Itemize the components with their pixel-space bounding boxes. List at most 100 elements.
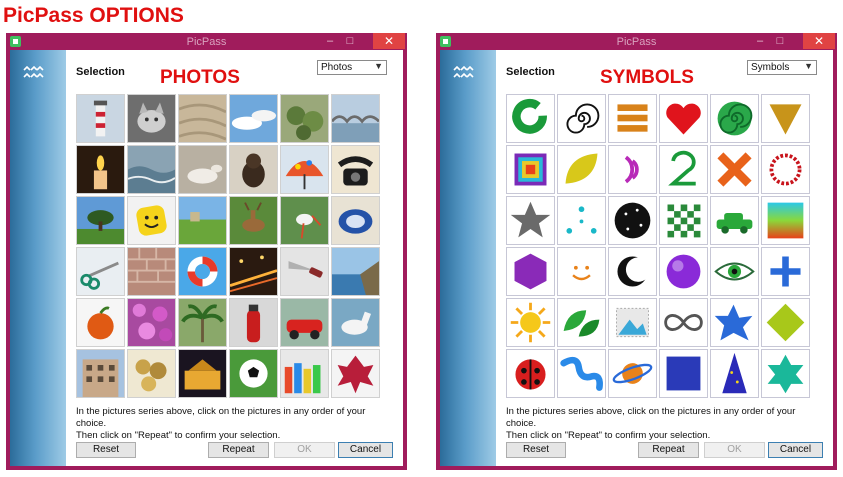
brick-wall-photo[interactable]: [127, 247, 176, 296]
palm-tree-photo[interactable]: [178, 298, 227, 347]
wizard-hat-symbol[interactable]: [710, 349, 759, 398]
ladybug-symbol[interactable]: [506, 349, 555, 398]
chevron-down-icon: ▼: [374, 61, 383, 71]
planet-symbol[interactable]: [608, 349, 657, 398]
infinity-symbol[interactable]: [659, 298, 708, 347]
lighthouse-photo[interactable]: [76, 94, 125, 143]
stork-photo[interactable]: [280, 196, 329, 245]
green-spiral-symbol[interactable]: [710, 94, 759, 143]
deer-photo[interactable]: [229, 196, 278, 245]
leaf-shape-symbol[interactable]: [557, 145, 606, 194]
maximize-button[interactable]: □: [343, 34, 357, 48]
coins-photo[interactable]: [127, 349, 176, 398]
meadow-photo[interactable]: [178, 196, 227, 245]
candle-photo[interactable]: [76, 145, 125, 194]
sky-clouds-photo[interactable]: [229, 94, 278, 143]
smile-symbol[interactable]: [557, 247, 606, 296]
maximize-button[interactable]: □: [773, 34, 787, 48]
green-ring-symbol[interactable]: [506, 94, 555, 143]
city-lights-photo[interactable]: [229, 247, 278, 296]
red-leaves-photo[interactable]: [331, 349, 380, 398]
triangle-symbol[interactable]: [761, 94, 810, 143]
repeat-button[interactable]: Repeat: [638, 442, 699, 458]
cat-photo[interactable]: [127, 94, 176, 143]
gradient-square-symbol[interactable]: [761, 196, 810, 245]
telephone-photo[interactable]: [331, 145, 380, 194]
star-symbol[interactable]: [506, 196, 555, 245]
car-symbol[interactable]: [710, 196, 759, 245]
night-sky-symbol[interactable]: [608, 196, 657, 245]
stripes-symbol[interactable]: [608, 94, 657, 143]
cross-symbol[interactable]: [710, 145, 759, 194]
cancel-button[interactable]: Cancel: [338, 442, 393, 458]
category-dropdown[interactable]: Photos ▼: [317, 60, 387, 75]
tree-field-photo[interactable]: [76, 196, 125, 245]
flowers-photo[interactable]: [127, 298, 176, 347]
red-car-photo[interactable]: [280, 298, 329, 347]
repeat-button[interactable]: Repeat: [208, 442, 269, 458]
knife-photo[interactable]: [280, 247, 329, 296]
apple-photo[interactable]: [76, 298, 125, 347]
category-dropdown[interactable]: Symbols ▼: [747, 60, 817, 75]
category-annotation: SYMBOLS: [600, 67, 694, 88]
spiral-symbol[interactable]: [557, 94, 606, 143]
close-button[interactable]: ✕: [373, 33, 405, 49]
stamp-symbol[interactable]: [608, 298, 657, 347]
leaves-symbol[interactable]: [557, 298, 606, 347]
close-button[interactable]: ✕: [803, 33, 835, 49]
ring-dots-symbol[interactable]: [761, 145, 810, 194]
ok-button[interactable]: OK: [704, 442, 765, 458]
sidebar-strip: [10, 50, 66, 466]
picture-grid: [506, 94, 816, 399]
smiley-ball-photo[interactable]: [127, 196, 176, 245]
purple-ball-symbol[interactable]: [659, 247, 708, 296]
minimize-button[interactable]: –: [753, 34, 767, 48]
selection-label: Selection: [506, 66, 555, 78]
instructions-line-1: In the pictures series above, click on t…: [506, 406, 796, 429]
scissors-photo[interactable]: [76, 247, 125, 296]
diamond-symbol[interactable]: [761, 298, 810, 347]
monkey-photo[interactable]: [229, 145, 278, 194]
cancel-button[interactable]: Cancel: [768, 442, 823, 458]
teal-star-symbol[interactable]: [761, 349, 810, 398]
dots-symbol[interactable]: [557, 196, 606, 245]
lifebuoy-photo[interactable]: [178, 247, 227, 296]
horse-lying-photo[interactable]: [178, 145, 227, 194]
blue-star-symbol[interactable]: [710, 298, 759, 347]
colorful-stalls-photo[interactable]: [280, 349, 329, 398]
building-photo[interactable]: [76, 349, 125, 398]
squares-logo-symbol[interactable]: [506, 145, 555, 194]
heart-symbol[interactable]: [659, 94, 708, 143]
reset-button[interactable]: Reset: [76, 442, 136, 458]
reset-button[interactable]: Reset: [506, 442, 566, 458]
fire-extinguisher-photo[interactable]: [229, 298, 278, 347]
white-horse-photo[interactable]: [331, 298, 380, 347]
cactus-photo[interactable]: [280, 94, 329, 143]
football-photo[interactable]: [229, 349, 278, 398]
number-two-symbol[interactable]: [659, 145, 708, 194]
waves-symbol[interactable]: [608, 145, 657, 194]
category-annotation: PHOTOS: [160, 67, 240, 88]
minimize-button[interactable]: –: [323, 34, 337, 48]
instructions-line-2: Then click on "Repeat" to confirm your s…: [76, 430, 281, 441]
plus-symbol[interactable]: [761, 247, 810, 296]
title-bar[interactable]: PicPass – □ ✕: [6, 33, 407, 50]
sand-photo[interactable]: [178, 94, 227, 143]
bridge-photo[interactable]: [331, 94, 380, 143]
palace-night-photo[interactable]: [178, 349, 227, 398]
sea-waves-photo[interactable]: [127, 145, 176, 194]
umbrella-photo[interactable]: [280, 145, 329, 194]
moon-symbol[interactable]: [608, 247, 657, 296]
blue-square-symbol[interactable]: [659, 349, 708, 398]
coast-photo[interactable]: [331, 247, 380, 296]
checker-symbol[interactable]: [659, 196, 708, 245]
sun-symbol[interactable]: [506, 298, 555, 347]
eye-symbol[interactable]: [710, 247, 759, 296]
plate-photo[interactable]: [331, 196, 380, 245]
snake-symbol[interactable]: [557, 349, 606, 398]
ok-button[interactable]: OK: [274, 442, 335, 458]
hexagon-symbol[interactable]: [506, 247, 555, 296]
window-client: Selection PHOTOS Photos ▼ In the picture…: [10, 50, 403, 466]
sidebar-strip: [440, 50, 496, 466]
title-bar[interactable]: PicPass – □ ✕: [436, 33, 837, 50]
